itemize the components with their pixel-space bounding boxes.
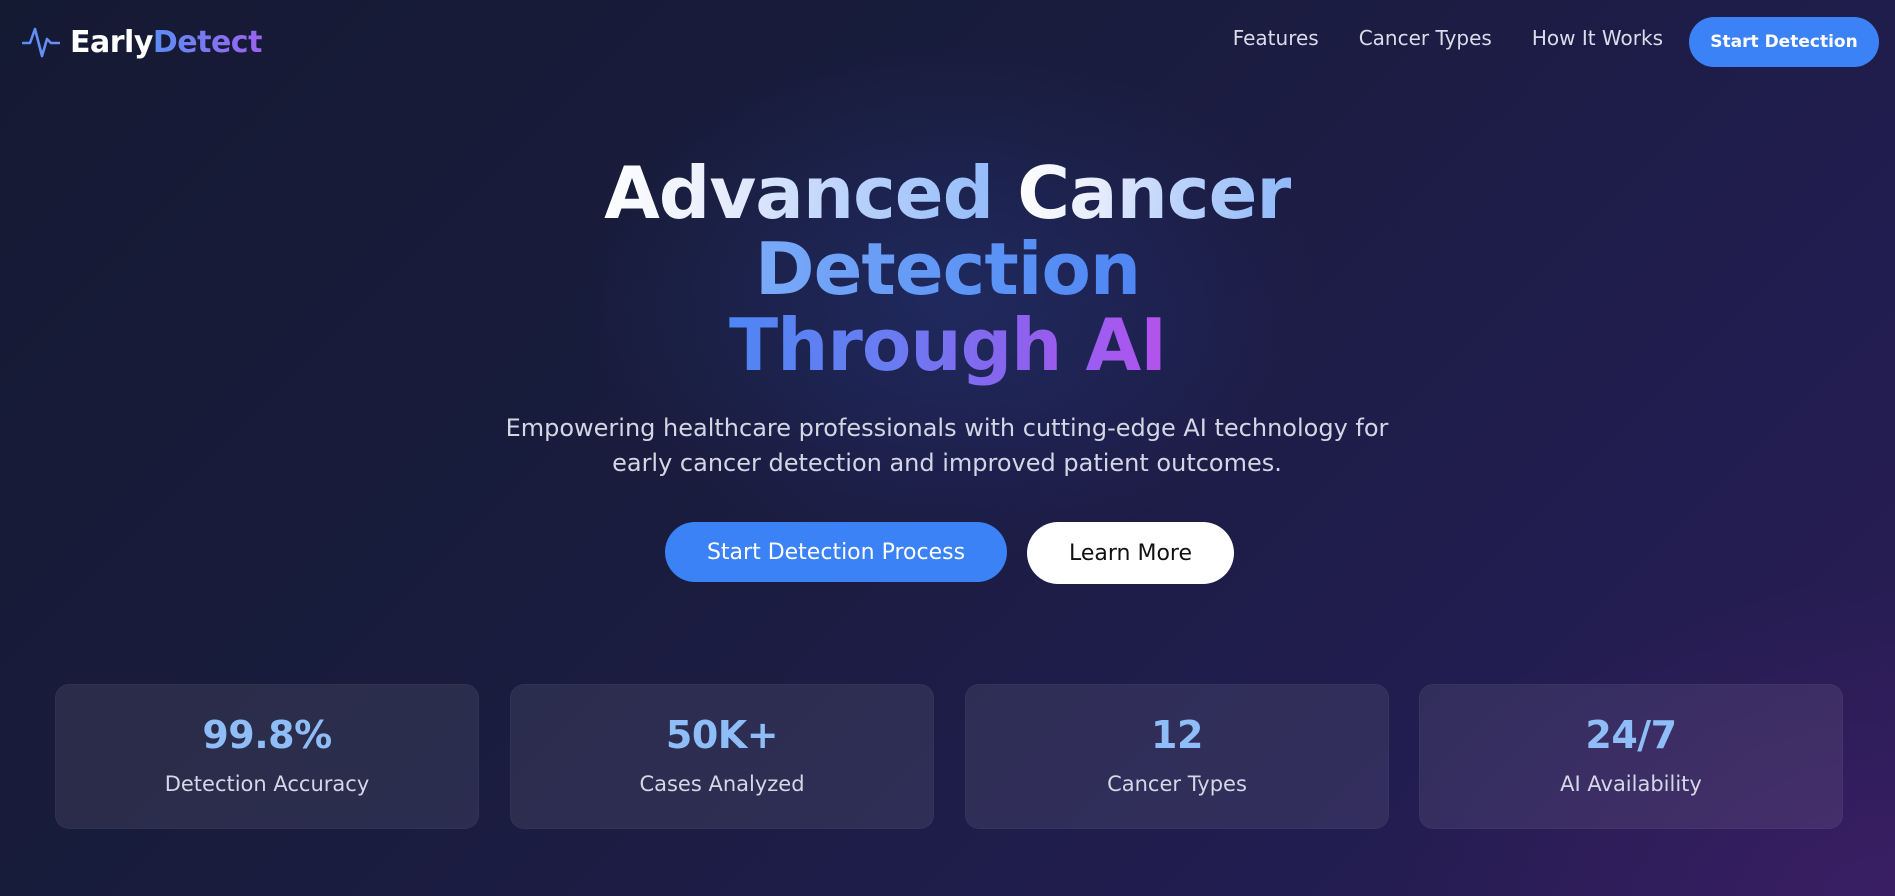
logo-text-early: Early xyxy=(70,24,153,60)
learn-more-button[interactable]: Learn More xyxy=(1027,522,1234,584)
stat-card-cancer-types: 12 Cancer Types xyxy=(965,684,1389,829)
nav-links: Features Cancer Types How It Works xyxy=(1193,26,1663,50)
pulse-icon xyxy=(22,27,60,58)
stat-value: 12 xyxy=(1151,713,1203,757)
stat-card-cases: 50K+ Cases Analyzed xyxy=(510,684,934,829)
hero-title: Advanced Cancer Detection Through AI xyxy=(0,155,1895,383)
hero-title-cancer: Cancer xyxy=(1017,151,1292,235)
start-detection-button[interactable]: Start Detection xyxy=(1689,17,1879,67)
hero-subtitle-line-1: Empowering healthcare professionals with… xyxy=(505,414,1389,442)
logo[interactable]: EarlyDetect xyxy=(22,21,262,63)
stat-value: 99.8% xyxy=(202,713,332,757)
nav-link-features[interactable]: Features xyxy=(1233,26,1319,50)
stat-value: 24/7 xyxy=(1585,713,1677,757)
logo-text-detect: Detect xyxy=(152,24,263,60)
nav-link-cancer-types[interactable]: Cancer Types xyxy=(1359,26,1492,50)
stat-label: Detection Accuracy xyxy=(164,772,370,796)
stat-label: AI Availability xyxy=(1560,772,1702,796)
hero-title-line-1: Advanced Cancer xyxy=(0,155,1895,231)
hero-title-advanced: Advanced xyxy=(604,151,1018,235)
hero-title-ai: AI xyxy=(1085,303,1167,387)
hero-title-through: Through xyxy=(729,303,1086,387)
stat-value: 50K+ xyxy=(665,713,779,757)
top-nav: EarlyDetect Features Cancer Types How It… xyxy=(0,0,1895,84)
stat-label: Cases Analyzed xyxy=(639,772,805,796)
stat-card-accuracy: 99.8% Detection Accuracy xyxy=(55,684,479,829)
hero-title-detection: Detection xyxy=(754,227,1141,311)
start-detection-process-button[interactable]: Start Detection Process xyxy=(665,522,1007,582)
hero-title-line-2: Detection xyxy=(0,231,1895,307)
nav-link-how-it-works[interactable]: How It Works xyxy=(1532,26,1663,50)
hero-subtitle-line-2: early cancer detection and improved pati… xyxy=(612,449,1282,477)
hero-title-line-3: Through AI xyxy=(0,307,1895,383)
stat-label: Cancer Types xyxy=(1107,772,1247,796)
stat-card-availability: 24/7 AI Availability xyxy=(1419,684,1843,829)
hero-subtitle: Empowering healthcare professionals with… xyxy=(447,411,1447,481)
logo-text: EarlyDetect xyxy=(70,25,262,60)
